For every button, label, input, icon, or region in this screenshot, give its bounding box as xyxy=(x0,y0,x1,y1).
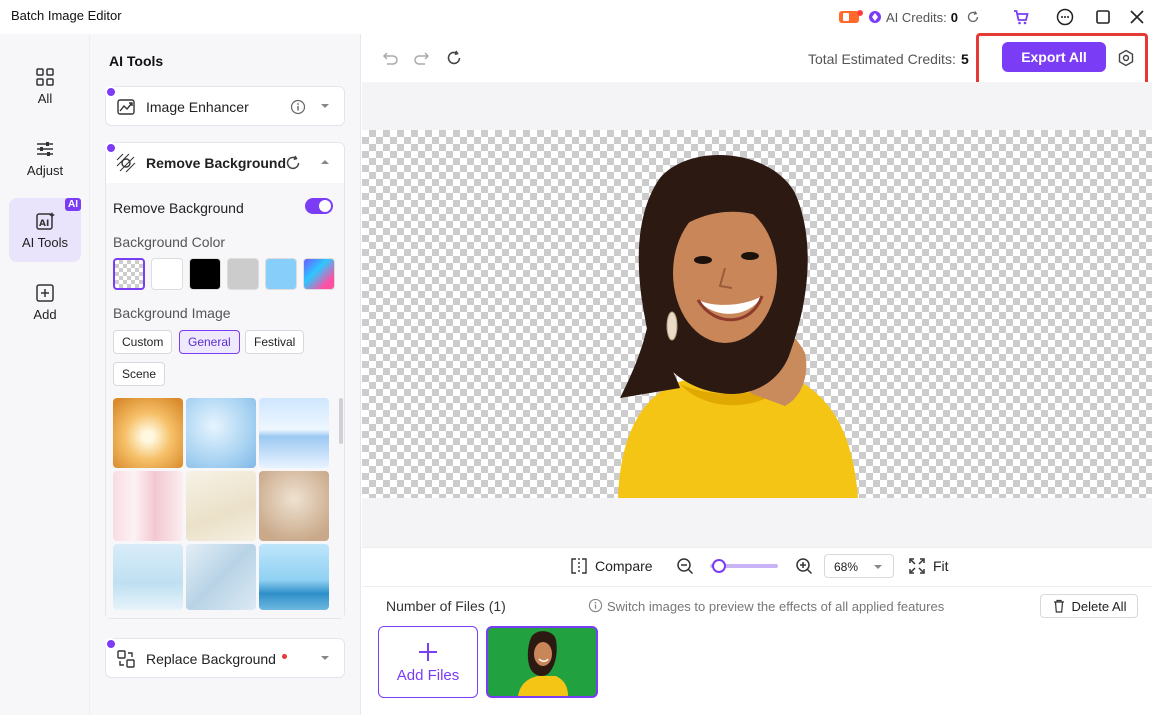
delete-all-button[interactable]: Delete All xyxy=(1040,594,1138,618)
ai-tools-icon: AI xyxy=(35,211,55,231)
estimated-credits-value: 5 xyxy=(961,51,969,67)
chevron-down-icon xyxy=(873,563,883,571)
reset-all-icon[interactable] xyxy=(445,49,463,67)
ai-badge: AI xyxy=(65,198,81,211)
rail-item-adjust[interactable]: Adjust xyxy=(9,126,81,190)
category-custom[interactable]: Custom xyxy=(113,330,173,354)
background-color-label: Background Color xyxy=(113,234,226,250)
replace-background-card[interactable]: Replace Background xyxy=(105,638,345,678)
zoom-slider-thumb[interactable] xyxy=(712,559,726,573)
panel-title: AI Tools xyxy=(109,53,164,69)
maximize-icon[interactable] xyxy=(1094,8,1112,26)
estimated-credits-label: Total Estimated Credits: xyxy=(808,51,956,67)
remove-background-toggle-label: Remove Background xyxy=(113,200,244,216)
app-title: Batch Image Editor xyxy=(11,8,122,23)
swatch-transparent[interactable] xyxy=(113,258,145,290)
swatch-black[interactable] xyxy=(189,258,221,290)
delete-all-label: Delete All xyxy=(1071,598,1127,614)
image-enhancer-label: Image Enhancer xyxy=(146,99,249,115)
bg-thumbnail[interactable] xyxy=(186,471,256,541)
bg-thumbnail[interactable] xyxy=(186,544,256,610)
bg-thumbnail[interactable] xyxy=(186,398,256,468)
fit-icon[interactable] xyxy=(908,557,926,575)
category-festival[interactable]: Festival xyxy=(245,330,305,354)
zoom-level-value: 68% xyxy=(834,560,859,574)
chevron-down-icon[interactable] xyxy=(320,102,330,110)
bg-thumbnail[interactable] xyxy=(113,398,183,468)
swatch-light-blue[interactable] xyxy=(265,258,297,290)
compare-label[interactable]: Compare xyxy=(595,558,653,574)
image-enhancer-card[interactable]: Image Enhancer xyxy=(105,86,345,126)
rail-label: All xyxy=(37,90,53,106)
bg-thumbnail[interactable] xyxy=(259,544,329,610)
bg-thumbnail[interactable] xyxy=(113,471,183,541)
replace-background-icon xyxy=(116,649,136,669)
toggle-knob xyxy=(319,200,331,212)
swatch-white[interactable] xyxy=(151,258,183,290)
file-thumbnail-selected[interactable] xyxy=(486,626,598,698)
plus-icon xyxy=(417,641,439,663)
compare-icon[interactable] xyxy=(570,557,588,575)
swatch-gray[interactable] xyxy=(227,258,259,290)
bg-thumbnail[interactable] xyxy=(113,544,183,610)
refresh-credits-icon[interactable] xyxy=(966,10,980,24)
credits-diamond-icon xyxy=(868,10,882,24)
redo-icon[interactable] xyxy=(413,49,431,67)
fit-label[interactable]: Fit xyxy=(933,558,949,574)
rail-label: Add xyxy=(33,306,57,322)
new-dot xyxy=(281,653,287,659)
reset-icon[interactable] xyxy=(284,154,302,172)
trash-icon xyxy=(1052,599,1066,613)
image-enhancer-icon xyxy=(116,97,136,117)
rail-item-all[interactable]: All xyxy=(9,54,81,118)
rail-label: AI Tools xyxy=(21,234,68,250)
bg-thumbnail[interactable] xyxy=(259,398,329,468)
remove-background-header[interactable]: Remove Background xyxy=(106,143,344,183)
credits-label: AI Credits: xyxy=(886,9,947,25)
info-icon xyxy=(588,598,603,613)
promo-gift-icon[interactable] xyxy=(838,9,864,25)
bg-thumbnail[interactable] xyxy=(259,471,329,541)
feedback-icon[interactable] xyxy=(1056,8,1074,26)
replace-background-label: Replace Background xyxy=(146,651,276,667)
add-files-label: Add Files xyxy=(396,666,460,684)
undo-icon[interactable] xyxy=(381,49,399,67)
preview-hint: Switch images to preview the effects of … xyxy=(607,599,945,614)
info-icon[interactable] xyxy=(290,99,306,115)
zoom-out-icon[interactable] xyxy=(676,557,694,575)
rail-label: Adjust xyxy=(26,162,64,178)
grid-icon xyxy=(35,67,55,87)
chevron-down-icon[interactable] xyxy=(320,654,330,662)
ai-credits[interactable]: AI Credits: 0 xyxy=(838,8,980,26)
remove-background-title: Remove Background xyxy=(146,155,287,171)
category-scene[interactable]: Scene xyxy=(113,362,166,386)
remove-background-icon xyxy=(116,153,136,173)
file-count: Number of Files (1) xyxy=(386,598,506,614)
category-general[interactable]: General xyxy=(179,330,240,354)
zoom-in-icon[interactable] xyxy=(795,557,813,575)
swatch-custom-gradient[interactable] xyxy=(303,258,335,290)
cart-icon[interactable] xyxy=(1012,8,1030,26)
left-rail: All Adjust AI AI AI Tools Add xyxy=(0,34,90,715)
zoom-level-select[interactable]: 68% xyxy=(824,554,894,578)
chevron-up-icon[interactable] xyxy=(320,158,330,166)
add-files-button[interactable]: Add Files xyxy=(378,626,478,698)
add-box-icon xyxy=(35,283,55,303)
subject-cutout-image xyxy=(600,148,870,498)
remove-background-toggle[interactable] xyxy=(305,198,333,214)
credits-value: 0 xyxy=(950,9,958,25)
sliders-icon xyxy=(35,139,55,159)
svg-text:AI: AI xyxy=(39,219,49,229)
rail-item-ai-tools[interactable]: AI AI AI Tools xyxy=(9,198,81,262)
close-icon[interactable] xyxy=(1128,8,1146,26)
rail-item-add[interactable]: Add xyxy=(9,270,81,334)
background-image-label: Background Image xyxy=(113,305,231,321)
panel-scrollbar[interactable] xyxy=(339,398,343,444)
